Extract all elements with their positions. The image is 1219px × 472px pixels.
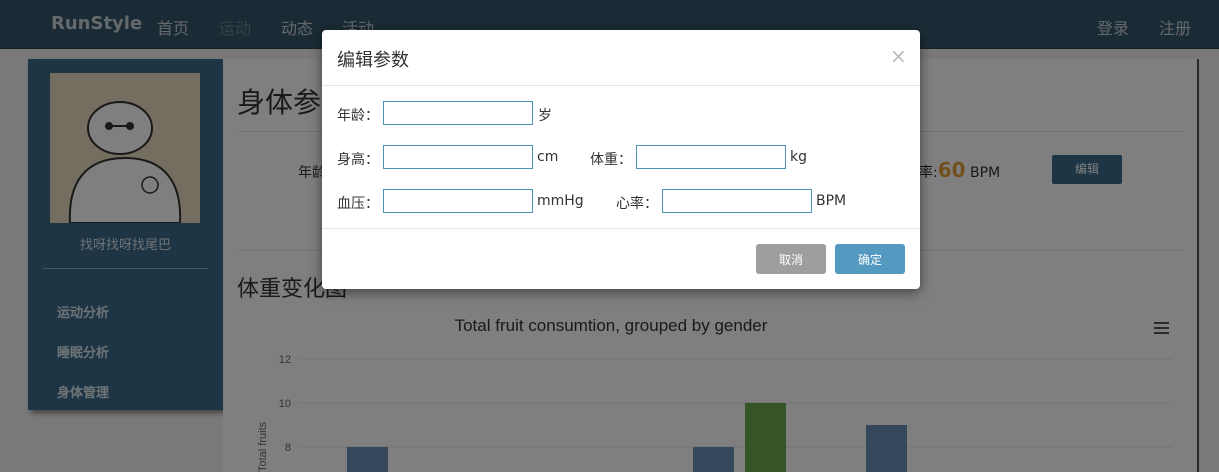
age-unit: 岁	[538, 108, 552, 124]
heart-rate-label: 心率：	[616, 196, 658, 212]
height-unit: cm	[537, 149, 559, 165]
close-icon[interactable]: ×	[890, 44, 907, 68]
blood-pressure-input[interactable]	[383, 189, 533, 213]
blood-pressure-label: 血压：	[337, 196, 379, 212]
height-label: 身高：	[337, 152, 379, 168]
heart-rate-unit: BPM	[816, 193, 847, 209]
height-input[interactable]	[383, 145, 533, 169]
confirm-button[interactable]: 确定	[835, 244, 905, 274]
edit-params-modal: 编辑参数 × 年龄： 岁 身高： cm 体重： kg 血压： mmHg 心率： …	[322, 30, 920, 289]
cancel-button[interactable]: 取消	[756, 244, 826, 274]
age-label: 年龄：	[337, 108, 379, 124]
weight-input[interactable]	[636, 145, 786, 169]
modal-footer-divider	[322, 228, 920, 229]
weight-unit: kg	[790, 149, 807, 165]
age-input[interactable]	[383, 101, 533, 125]
weight-label: 体重：	[590, 152, 632, 168]
modal-title: 编辑参数	[337, 50, 409, 71]
modal-header-divider	[322, 85, 920, 86]
heart-rate-input[interactable]	[662, 189, 812, 213]
blood-pressure-unit: mmHg	[537, 193, 584, 209]
